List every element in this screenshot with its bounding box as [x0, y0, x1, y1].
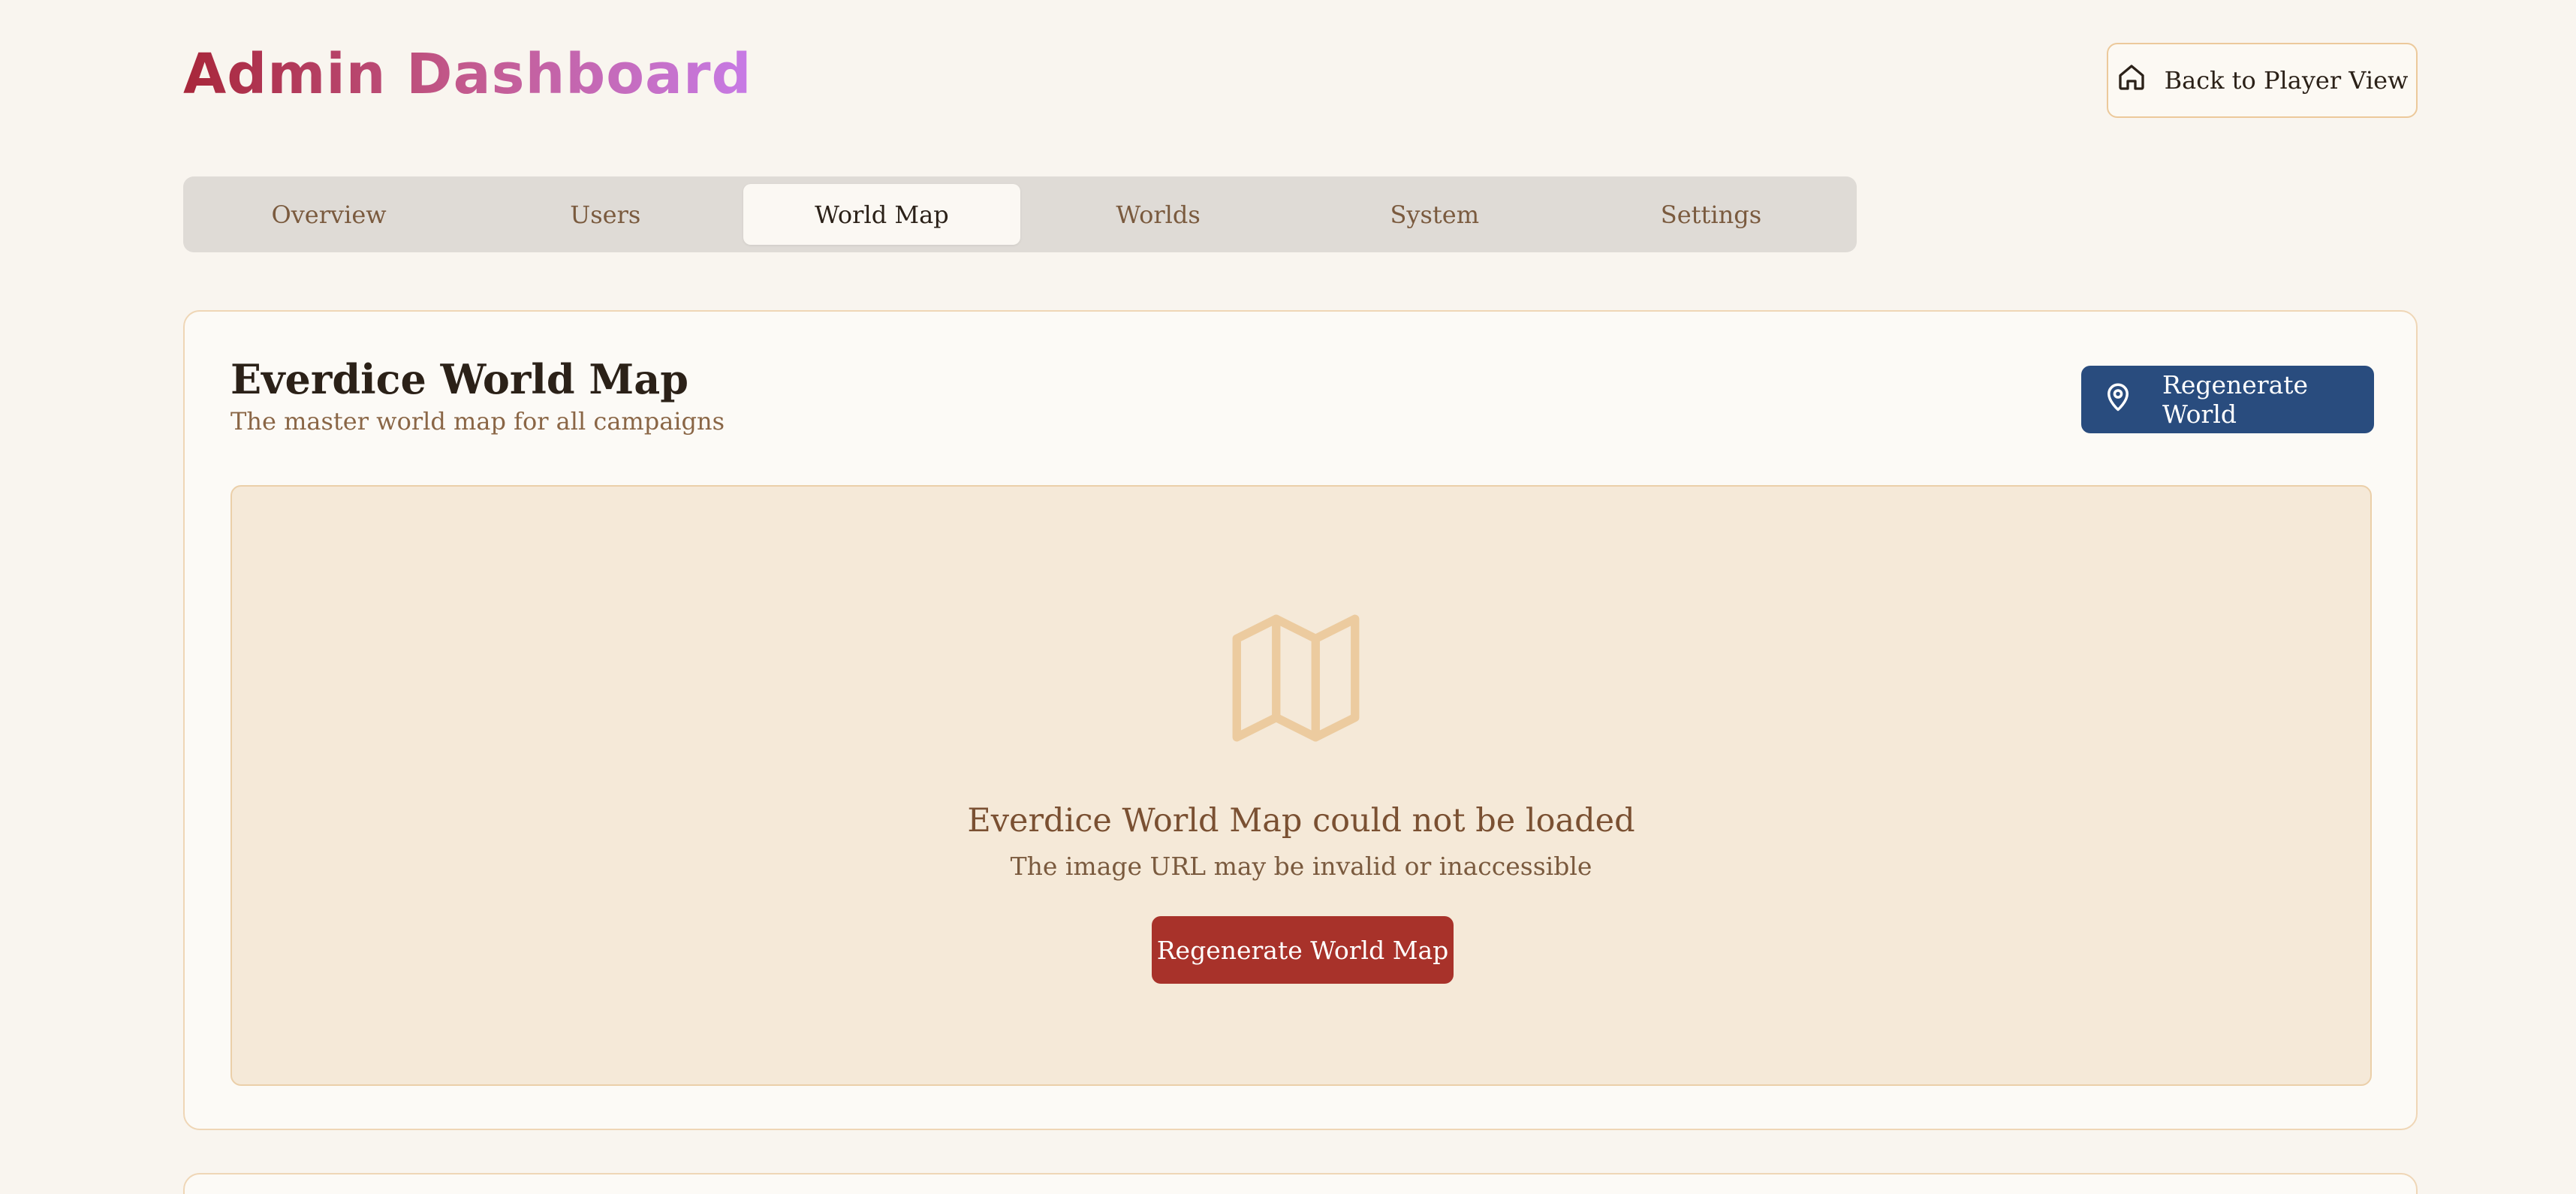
regenerate-world-label: Regenerate World — [2162, 370, 2309, 429]
map-icon — [1217, 599, 1375, 757]
tab-settings[interactable]: Settings — [1573, 184, 1849, 245]
tab-system[interactable]: System — [1297, 184, 1573, 245]
regenerate-world-button[interactable]: Regenerate World — [2081, 366, 2374, 433]
card-title: Everdice World Map — [230, 355, 688, 403]
page-title: Admin Dashboard — [183, 42, 752, 107]
tab-users[interactable]: Users — [467, 184, 743, 245]
home-icon — [2117, 62, 2147, 98]
tab-worlds[interactable]: Worlds — [1020, 184, 1297, 245]
map-pin-icon — [2102, 381, 2134, 418]
tab-overview[interactable]: Overview — [191, 184, 467, 245]
map-placeholder: Everdice World Map could not be loaded T… — [230, 485, 2372, 1086]
back-button-label: Back to Player View — [2164, 66, 2409, 95]
card-subtitle: The master world map for all campaigns — [230, 407, 725, 436]
regenerate-world-map-button[interactable]: Regenerate World Map — [1152, 916, 1454, 984]
map-error-title: Everdice World Map could not be loaded — [967, 802, 1635, 840]
map-error-subtitle: The image URL may be invalid or inaccess… — [1010, 852, 1592, 881]
tab-bar: Overview Users World Map Worlds System S… — [183, 176, 1857, 252]
world-map-card: Everdice World Map The master world map … — [183, 310, 2418, 1130]
next-card — [183, 1173, 2418, 1194]
back-to-player-view-button[interactable]: Back to Player View — [2107, 43, 2418, 118]
tab-world-map[interactable]: World Map — [743, 184, 1020, 245]
admin-dashboard-page: Admin Dashboard Back to Player View Over… — [0, 0, 2576, 1194]
